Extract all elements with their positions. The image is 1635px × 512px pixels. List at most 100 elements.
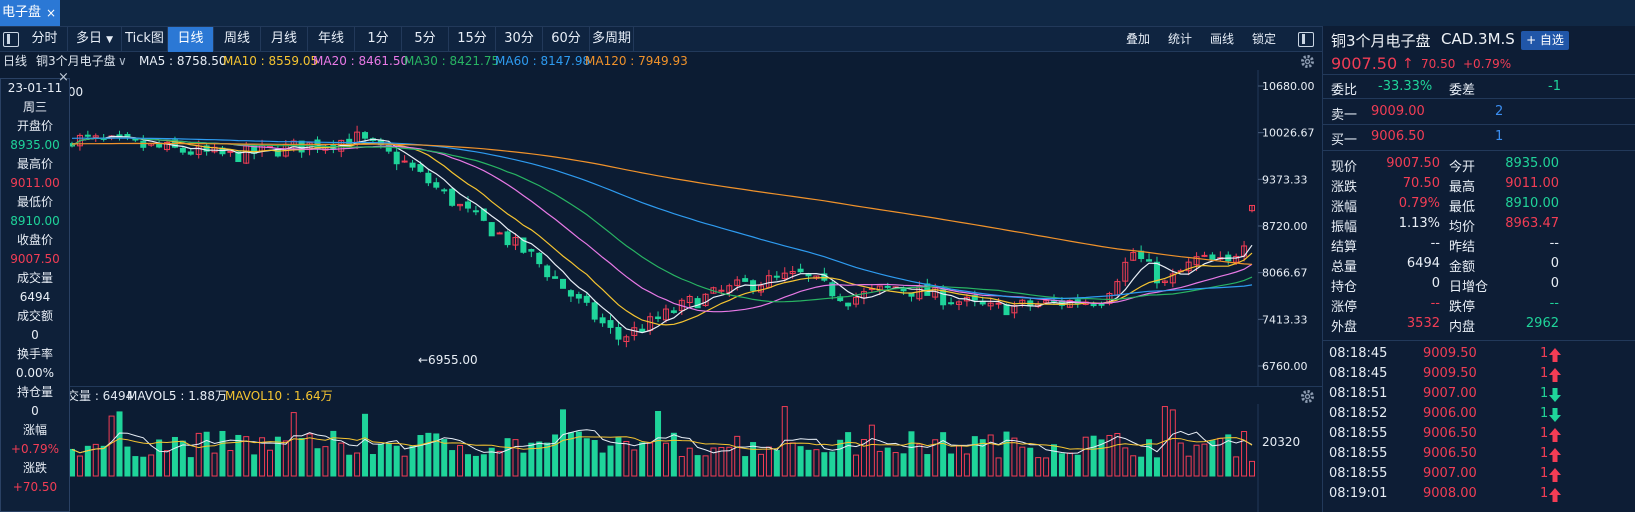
candle-body [472, 210, 479, 213]
price-axis-tick: 8066.67 [1262, 267, 1308, 280]
volume-bar [164, 450, 171, 477]
info-label: 最低价 [16, 195, 53, 209]
candle-body [884, 285, 891, 288]
info-label: 成交量 [16, 271, 53, 285]
volume-bar [987, 434, 994, 477]
volume-bar [187, 457, 194, 477]
arrow-up-icon [1549, 428, 1561, 442]
tab-fenshi[interactable]: 分时 [22, 27, 68, 52]
candle-body [401, 160, 408, 163]
gear-icon[interactable] [1300, 389, 1315, 404]
volume-chart[interactable]: 20320 [0, 404, 1322, 512]
info-value: 9007.50 [10, 252, 60, 266]
candle-body [773, 275, 780, 278]
gear-icon[interactable] [1300, 54, 1315, 69]
tab-yearly[interactable]: 年线 [308, 27, 355, 52]
tick-volume: 1 [1540, 446, 1549, 461]
stat-label: 涨幅 [1331, 200, 1358, 215]
candle-body [496, 232, 503, 235]
draw-line-button[interactable]: 画线 [1202, 27, 1242, 52]
weicha-label: 委差 [1449, 83, 1476, 98]
candle-body [433, 182, 440, 188]
stat-value: -- [1430, 236, 1440, 251]
candle-body [393, 151, 400, 165]
tab-weekly[interactable]: 周线 [214, 27, 261, 52]
candle-body [409, 162, 416, 168]
tab-monthly[interactable]: 月线 [261, 27, 308, 52]
volume-bar [1003, 431, 1010, 477]
candle-body [567, 290, 574, 297]
tab-15min[interactable]: 15分 [449, 27, 496, 52]
candle-body [1003, 304, 1010, 316]
volume-bar [425, 432, 432, 477]
tab-60min[interactable]: 60分 [543, 27, 590, 52]
volume-bar [512, 439, 519, 477]
ma20-value: MA20 : 8461.50 [313, 54, 409, 68]
lock-button[interactable]: 锁定 [1244, 27, 1284, 52]
tab-multi-day[interactable]: 多日 ▼ [68, 27, 122, 52]
candle-body [362, 132, 369, 139]
volume-bar [306, 433, 313, 477]
tab-30min[interactable]: 30分 [496, 27, 543, 52]
low-marker: ←6955.00 [418, 353, 478, 367]
divider [1323, 98, 1635, 99]
volume-bar [457, 444, 464, 477]
candlestick-chart[interactable]: 10680.00 10026.67 9373.33 8720.00 8066.67 741… [0, 70, 1322, 386]
divider [1323, 124, 1635, 125]
statistics-button[interactable]: 统计 [1160, 27, 1200, 52]
chevron-down-icon[interactable]: ∨ [118, 52, 127, 70]
info-value: 9011.00 [10, 176, 60, 190]
volume-bar [971, 436, 978, 477]
volume-bar [385, 442, 392, 477]
info-value: +0.79% [10, 442, 60, 456]
tab-1min[interactable]: 1分 [355, 27, 402, 52]
close-icon[interactable]: × [46, 0, 56, 26]
volume-bar [995, 457, 1002, 477]
period-toolbar: 分时 多日 ▼ Tick图 日线 周线 月线 年线 1分 5分 15分 30分 … [0, 26, 1380, 52]
candle-body [995, 302, 1002, 305]
tick-price: 9007.00 [1423, 466, 1477, 481]
candle-body [1098, 303, 1105, 306]
volume-bar [805, 449, 812, 477]
document-tab[interactable]: 电子盘 × [0, 0, 60, 26]
volume-bar [892, 452, 899, 477]
volume-bar [266, 449, 273, 477]
info-value: 0 [31, 404, 39, 418]
volume-bar [742, 456, 749, 477]
stat-value: 9007.50 [1386, 156, 1440, 171]
tick-volume: 1 [1540, 366, 1549, 381]
candle-body [924, 283, 931, 296]
arrow-up-icon: ↑ [1402, 56, 1414, 72]
tab-tick[interactable]: Tick图 [122, 27, 168, 52]
stat-value: 2962 [1525, 316, 1559, 331]
info-value: 0.00% [15, 366, 55, 380]
tab-daily[interactable]: 日线 [168, 27, 214, 52]
tab-5min[interactable]: 5分 [402, 27, 449, 52]
candle-body [1146, 259, 1153, 262]
tab-multi-period[interactable]: 多周期 [590, 27, 634, 52]
price-axis: 10680.00 10026.67 9373.33 8720.00 8066.67 741… [1258, 80, 1315, 373]
tick-price: 9006.50 [1423, 426, 1477, 441]
price-axis-tick: 10680.00 [1262, 80, 1315, 93]
volume-bar [607, 445, 614, 477]
stat-label: 持仓 [1331, 280, 1358, 295]
volume-bar [1169, 409, 1176, 477]
right-panel-toggle-icon[interactable] [1298, 32, 1314, 47]
left-panel-toggle-icon[interactable] [3, 32, 19, 47]
volume-bar [354, 452, 361, 477]
stat-label: 金额 [1449, 260, 1476, 275]
info-label: 开盘价 [16, 119, 53, 133]
volume-bar [290, 412, 297, 477]
arrow-up-icon [1549, 448, 1561, 462]
tick-volume: 1 [1540, 426, 1549, 441]
volume-bar [829, 451, 836, 477]
volume-bar [203, 431, 210, 477]
overlay-button[interactable]: 叠加 [1118, 27, 1158, 52]
webi-value: -33.33% [1378, 79, 1433, 94]
candle-body [1090, 304, 1097, 307]
volume-bar [868, 424, 875, 477]
close-icon[interactable]: × [58, 70, 69, 85]
info-rows: 开盘价 8935.00 最高价 9011.00 最低价 8910.00 收盘价 9007.50… [1, 117, 69, 497]
add-watchlist-button[interactable]: + 自选 [1521, 31, 1569, 50]
volume-bar [1058, 453, 1065, 477]
